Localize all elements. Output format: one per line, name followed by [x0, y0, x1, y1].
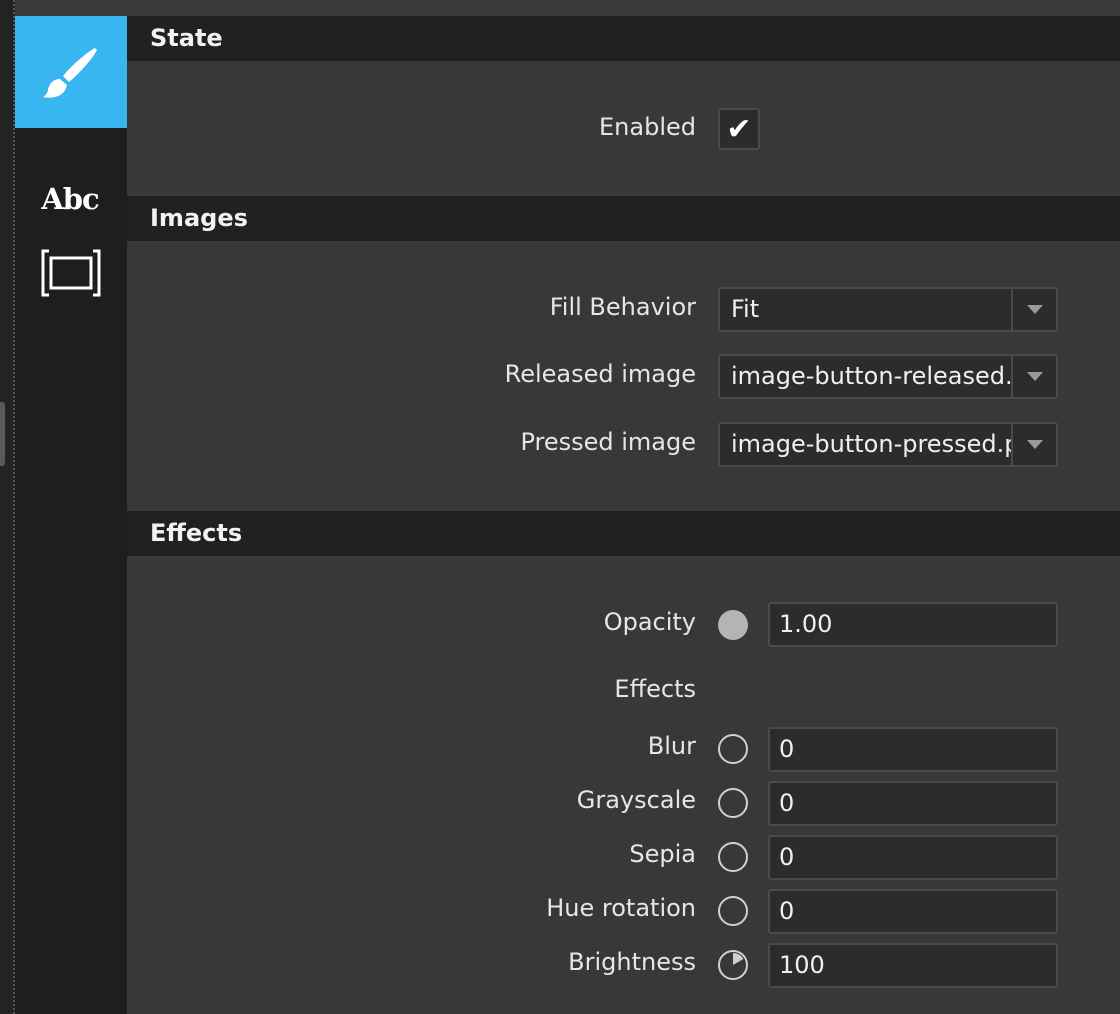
grayscale-label: Grayscale	[576, 786, 696, 814]
chevron-down-icon	[1026, 305, 1043, 314]
abc-text-icon: Abc	[41, 182, 99, 216]
sepia-label: Sepia	[629, 840, 696, 868]
opacity-input[interactable]: 1.00	[768, 602, 1058, 647]
splitter-handle[interactable]	[0, 402, 5, 466]
enabled-checkbox[interactable]: ✔	[718, 108, 760, 150]
chevron-down-icon	[1026, 440, 1043, 449]
hue-rotation-label: Hue rotation	[546, 894, 696, 922]
hue-rotation-knob-icon[interactable]	[717, 895, 749, 927]
section-header-state[interactable]: State	[127, 16, 1120, 61]
tab-layout[interactable]	[15, 246, 127, 336]
dropdown-arrow[interactable]	[1011, 289, 1056, 330]
blur-input[interactable]: 0	[768, 727, 1058, 772]
top-strip	[15, 0, 1120, 16]
section-title: Effects	[150, 519, 243, 547]
chevron-down-icon	[1026, 372, 1043, 381]
hue-rotation-input[interactable]: 0	[768, 889, 1058, 934]
fill-behavior-value: Fit	[731, 295, 760, 323]
opacity-label: Opacity	[603, 608, 696, 636]
blur-label: Blur	[647, 732, 696, 760]
fill-behavior-select[interactable]: Fit	[718, 287, 1058, 332]
section-header-effects[interactable]: Effects	[127, 511, 1120, 556]
grayscale-knob-icon[interactable]	[717, 787, 749, 819]
blur-knob-icon[interactable]	[717, 733, 749, 765]
brightness-input[interactable]: 100	[768, 943, 1058, 988]
opacity-knob-icon[interactable]	[717, 609, 749, 641]
pressed-image-select[interactable]: image-button-pressed.png	[718, 422, 1058, 467]
released-image-value: image-button-released.png	[731, 362, 1011, 390]
released-image-label: Released image	[504, 360, 696, 388]
brightness-knob-icon[interactable]	[717, 949, 749, 981]
fill-behavior-label: Fill Behavior	[549, 293, 696, 321]
effects-subheading: Effects	[614, 675, 696, 703]
checkmark-icon: ✔	[726, 111, 752, 147]
section-title: Images	[150, 204, 248, 232]
pressed-image-value: image-button-pressed.png	[731, 430, 1011, 458]
sepia-knob-icon[interactable]	[717, 841, 749, 873]
dropdown-arrow[interactable]	[1011, 356, 1056, 397]
brush-icon	[43, 48, 97, 98]
tab-style[interactable]	[15, 16, 127, 128]
section-header-images[interactable]: Images	[127, 196, 1120, 241]
grayscale-input[interactable]: 0	[768, 781, 1058, 826]
pressed-image-label: Pressed image	[520, 428, 696, 456]
sidebar: Abc	[15, 16, 127, 1014]
brightness-label: Brightness	[568, 948, 696, 976]
enabled-label: Enabled	[599, 113, 696, 141]
section-title: State	[150, 24, 223, 52]
left-splitter	[0, 0, 15, 1014]
tab-text[interactable]: Abc	[15, 128, 127, 246]
dropdown-arrow[interactable]	[1011, 424, 1056, 465]
sepia-input[interactable]: 0	[768, 835, 1058, 880]
frame-icon	[41, 249, 101, 297]
released-image-select[interactable]: image-button-released.png	[718, 354, 1058, 399]
properties-panel: State Enabled ✔ Images Fill Behavior Fit…	[127, 16, 1120, 1014]
